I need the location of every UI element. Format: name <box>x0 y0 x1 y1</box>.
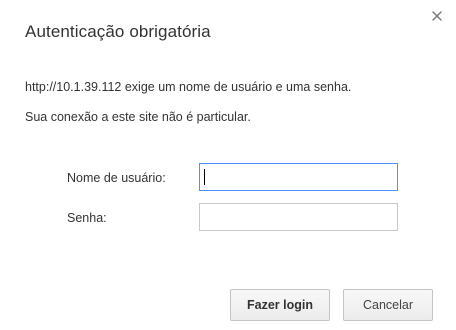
username-label: Nome de usuário: <box>67 171 166 185</box>
close-icon[interactable] <box>431 10 443 22</box>
auth-message-url: http://10.1.39.112 exige um nome de usuá… <box>25 80 352 94</box>
auth-dialog: Autenticação obrigatória http://10.1.39.… <box>0 0 456 330</box>
password-label: Senha: <box>67 211 107 225</box>
dialog-title: Autenticação obrigatória <box>25 22 211 41</box>
username-input[interactable] <box>199 163 398 191</box>
cancel-button[interactable]: Cancelar <box>343 289 433 321</box>
password-input[interactable] <box>199 203 398 231</box>
privacy-warning: Sua conexão a este site não é particular… <box>25 110 251 124</box>
login-button[interactable]: Fazer login <box>230 289 330 321</box>
text-caret <box>204 169 205 185</box>
